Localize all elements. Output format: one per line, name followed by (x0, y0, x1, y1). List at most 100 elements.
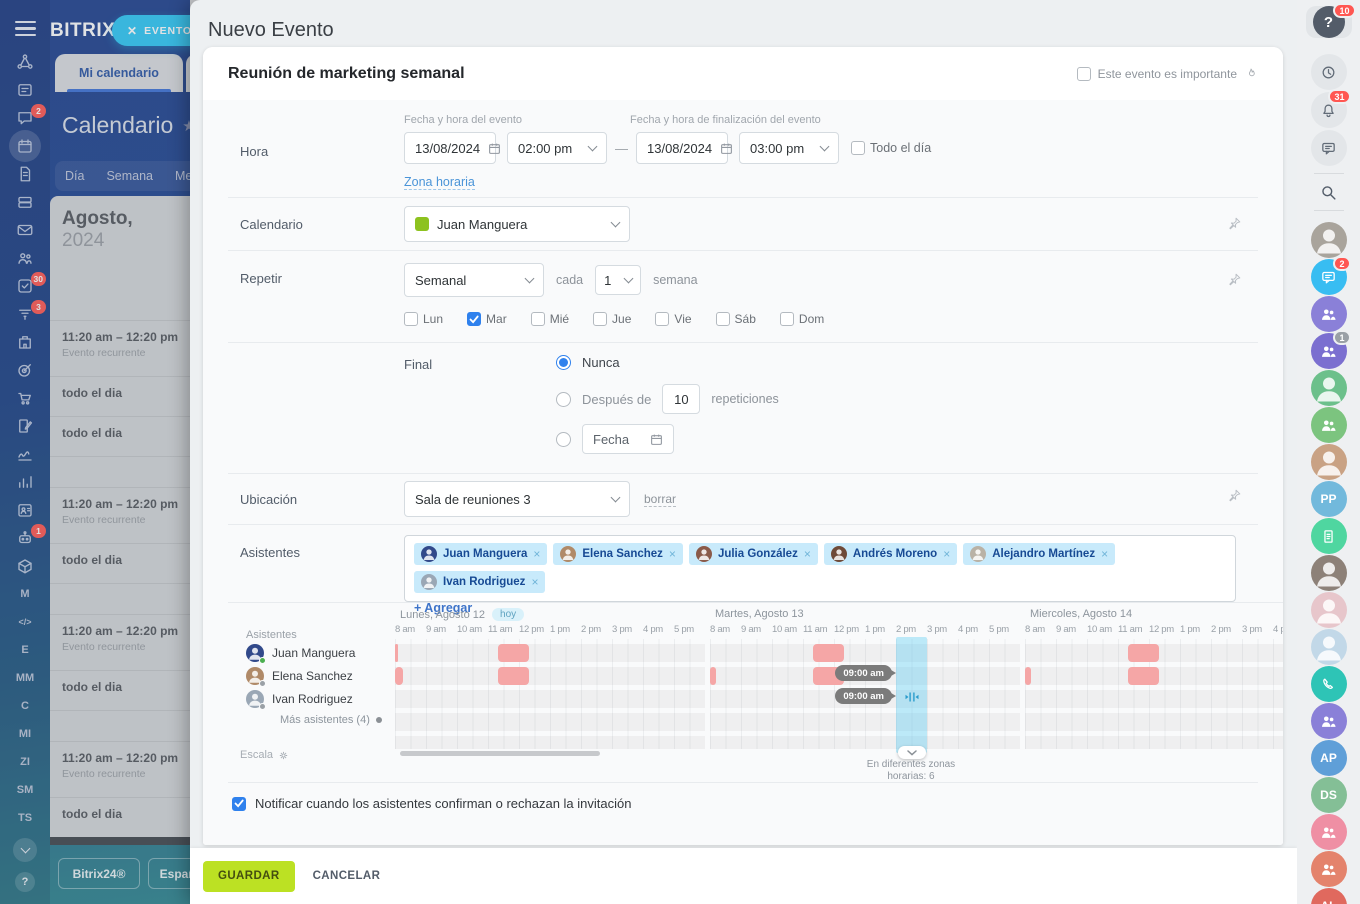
all-day-checkbox[interactable] (851, 141, 865, 155)
repeat-end-date-option[interactable]: Fecha (556, 424, 779, 454)
pin-icon[interactable] (1227, 488, 1242, 503)
event-title-input[interactable]: Reunión de marketing semanal (228, 65, 465, 83)
timezone-link[interactable]: Zona horaria (404, 175, 475, 190)
rail-collapse-button[interactable] (13, 838, 37, 862)
repeat-end-never-option[interactable]: Nunca (556, 353, 779, 371)
notifications-button[interactable]: 31 (1311, 92, 1347, 128)
weekday-checkbox[interactable] (655, 312, 669, 326)
weekday-checkbox[interactable] (531, 312, 545, 326)
user-ds[interactable]: DS (1311, 777, 1347, 813)
user-avatar[interactable] (1311, 592, 1347, 628)
group-chat[interactable] (1311, 814, 1347, 850)
user-al[interactable]: AL (1311, 888, 1347, 904)
important-checkbox[interactable] (1077, 67, 1091, 81)
rail-item-market[interactable] (0, 552, 50, 580)
end-time-select[interactable]: 03:00 pm (739, 132, 839, 164)
remove-attendee-icon[interactable]: × (669, 547, 676, 561)
agenda-event[interactable]: todo el dia (50, 670, 190, 710)
pin-icon[interactable] (1227, 216, 1242, 231)
timeline-scrollbar[interactable] (400, 751, 600, 756)
save-button[interactable]: GUARDAR (203, 861, 295, 892)
end-repeat-date-input[interactable]: Fecha (582, 424, 674, 454)
group-chat[interactable] (1311, 703, 1347, 739)
user-avatar[interactable] (1311, 222, 1347, 258)
weekday-checkbox[interactable] (404, 312, 418, 326)
weekday-checkbox[interactable] (593, 312, 607, 326)
remove-attendee-icon[interactable]: × (533, 547, 540, 561)
rail-item-app-mi[interactable]: MI (0, 720, 50, 748)
group-chat[interactable]: 1 (1311, 333, 1347, 369)
view-tab-día[interactable]: Día (65, 169, 84, 183)
rail-item-app-ts[interactable]: TS (0, 804, 50, 832)
expand-selection-button[interactable] (898, 746, 926, 759)
history-button[interactable] (1311, 54, 1347, 90)
cancel-button[interactable]: CANCELAR (313, 870, 381, 882)
agenda-event[interactable]: todo el dia (50, 543, 190, 583)
location-select[interactable]: Sala de reuniones 3 (404, 481, 630, 517)
user-avatar[interactable] (1311, 629, 1347, 665)
radio[interactable] (556, 432, 571, 447)
attendees-box[interactable]: Juan Manguera×Elena Sanchez×Julia Gonzál… (404, 535, 1236, 602)
new-event-button[interactable]: ✕ EVENTO (112, 15, 190, 46)
attendee-chip[interactable]: Julia González× (689, 543, 818, 565)
clear-location-link[interactable]: borrar (644, 492, 676, 507)
rail-item-app-mm[interactable]: MM (0, 664, 50, 692)
agenda-event[interactable]: todo el dia (50, 416, 190, 456)
weekday-jue[interactable]: Jue (593, 312, 631, 326)
user-avatar[interactable] (1311, 555, 1347, 591)
agenda-event[interactable]: 11:20 am – 12:20 pmEvento recurrente (50, 320, 190, 376)
calendar-select[interactable]: Juan Manguera (404, 206, 630, 242)
rail-item-documents[interactable] (0, 160, 50, 188)
time-selection[interactable] (896, 637, 927, 753)
attendee-chip[interactable]: Ivan Rodriguez× (414, 571, 545, 593)
remove-attendee-icon[interactable]: × (804, 547, 811, 561)
resize-handle-icon[interactable] (904, 691, 919, 703)
rail-item-crm[interactable]: 3 (0, 300, 50, 328)
rail-item-drive[interactable] (0, 188, 50, 216)
attendee-chip[interactable]: Juan Manguera× (414, 543, 547, 565)
group-avatar[interactable] (1311, 370, 1347, 406)
rail-item-mail[interactable] (0, 216, 50, 244)
notify-checkbox[interactable] (232, 797, 246, 811)
rail-item-marketing[interactable] (0, 356, 50, 384)
all-day-toggle[interactable]: Todo el día (851, 141, 931, 155)
attendee-chip[interactable]: Andrés Moreno× (824, 543, 957, 565)
bitrix24-brand-button[interactable]: Bitrix24® (58, 858, 140, 889)
helpdesk-button[interactable]: ?10 (1306, 6, 1352, 38)
search-icon[interactable] (1311, 181, 1347, 203)
interval-select[interactable]: 1 (595, 265, 641, 295)
rail-item-contact-center[interactable] (0, 496, 50, 524)
more-attendees-toggle[interactable]: Más asistentes (4) (280, 714, 382, 726)
rail-item-developer-resources[interactable]: </> (0, 608, 50, 636)
frequency-select[interactable]: Semanal (404, 263, 544, 297)
weekday-lun[interactable]: Lun (404, 312, 443, 326)
group-chat[interactable] (1311, 851, 1347, 887)
view-tab-mes[interactable]: Mes (175, 169, 190, 183)
repeat-end-after-option[interactable]: Después de 10 repeticiones (556, 384, 779, 414)
radio-selected[interactable] (556, 355, 571, 370)
group-chat[interactable] (1311, 296, 1347, 332)
language-button[interactable]: Español (148, 858, 190, 889)
end-date-input[interactable]: 13/08/2024 (636, 132, 728, 164)
rail-item-tasks[interactable]: 30 (0, 272, 50, 300)
user-ap[interactable]: AP (1311, 740, 1347, 776)
repetitions-input[interactable]: 10 (662, 384, 700, 414)
remove-attendee-icon[interactable]: × (1101, 547, 1108, 561)
rail-item-app-m[interactable]: M (0, 580, 50, 608)
chat[interactable]: 2 (1311, 259, 1347, 295)
weekday-sáb[interactable]: Sáb (716, 312, 756, 326)
rail-item-company[interactable] (0, 328, 50, 356)
call-chat[interactable] (1311, 666, 1347, 702)
rail-item-app-c[interactable]: C (0, 692, 50, 720)
weekday-checkbox[interactable] (467, 312, 481, 326)
timeline-grid[interactable] (1025, 639, 1283, 749)
feedback-button[interactable] (1311, 130, 1347, 166)
menu-icon[interactable] (15, 21, 36, 36)
rail-item-e-signature[interactable] (0, 440, 50, 468)
rail-item-news-feed[interactable] (0, 76, 50, 104)
rail-item-app-zi[interactable]: ZI (0, 748, 50, 776)
rail-item-bi-analytics[interactable] (0, 468, 50, 496)
rail-item-messenger[interactable]: 2 (0, 104, 50, 132)
weekday-dom[interactable]: Dom (780, 312, 824, 326)
favorite-star-icon[interactable]: ★ (182, 117, 190, 135)
